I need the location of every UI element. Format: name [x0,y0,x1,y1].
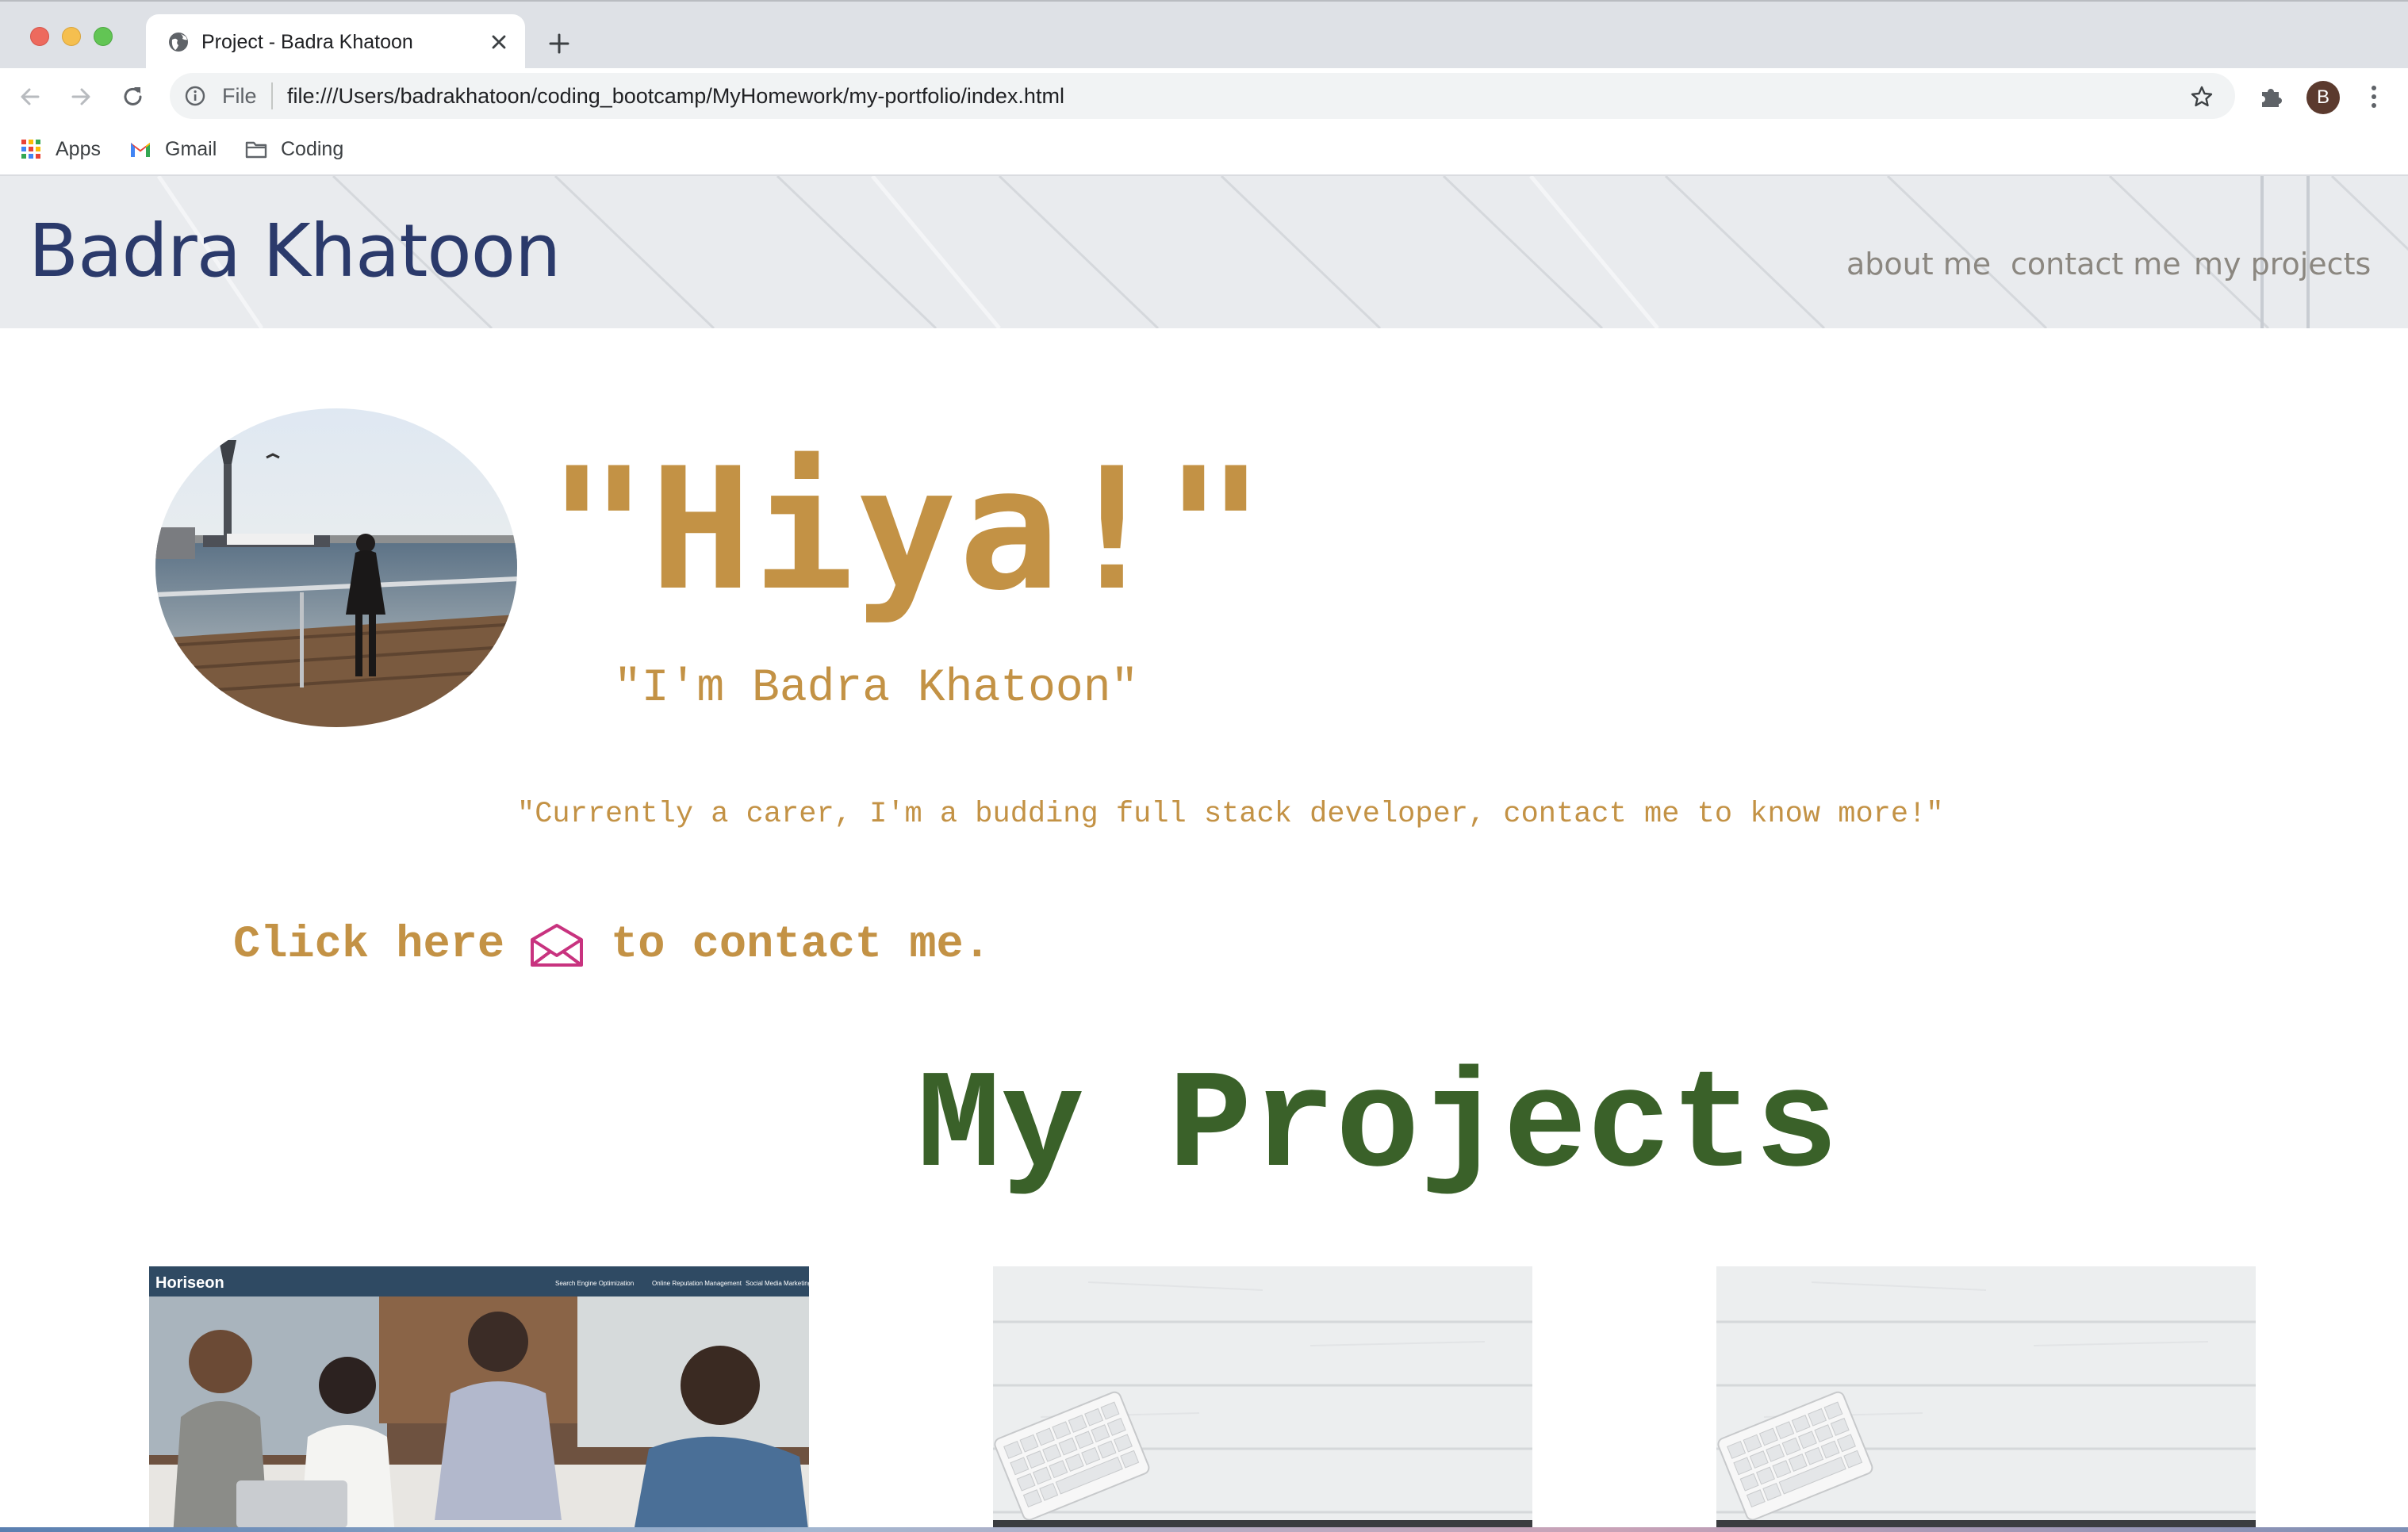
tab-active[interactable]: Project - Badra Khatoon [146,14,525,70]
back-arrow-icon[interactable] [16,82,44,111]
folder-icon [245,141,267,159]
tab-title: Project - Badra Khatoon [201,31,413,53]
projects-heading: My Projects [917,1048,1839,1207]
address-divider [271,82,273,109]
site-header: Badra Khatoon about me contact me my pro… [0,176,2408,328]
hero-name-line: "I'm Badra Khatoon" [614,663,1139,714]
web-page: Badra Khatoon about me contact me my pro… [0,176,2408,1532]
bookmark-label: Coding [281,137,344,160]
bookmark-label: Gmail [165,137,217,160]
project-card-3[interactable] [1716,1266,2256,1532]
bookmark-gmail[interactable]: Gmail [128,133,217,165]
nav-about-me-link[interactable]: about me [1846,244,1991,284]
nav-contact-me-link[interactable]: contact me [2011,244,2181,284]
globe-icon [169,33,188,52]
project-card-horiseon[interactable]: Horiseon Search Engine Optimization Onli… [149,1266,809,1532]
hero-greeting: "Hiya!" [547,431,1267,627]
project-card-2[interactable] [993,1266,1532,1532]
gmail-icon [131,143,150,157]
bookmark-apps[interactable]: Apps [19,133,101,165]
nav-my-projects-link[interactable]: my projects [2194,244,2371,284]
browser-toolbar: File file:///Users/badrakhatoon/coding_b… [0,68,2408,125]
reload-icon[interactable] [119,82,148,111]
new-tab-plus-icon[interactable] [546,30,573,57]
apps-grid-icon [21,140,40,159]
envelope-icon[interactable] [528,922,585,968]
contact-link-text-after: to contact me. [611,920,991,971]
bookmark-label: Apps [56,137,101,160]
contact-link[interactable]: Click here to contact me. [233,913,991,977]
site-name[interactable]: Badra Khatoon [29,208,561,295]
project-card-brand: Horiseon [155,1274,224,1292]
kebab-menu-icon[interactable] [2362,82,2386,111]
project-card-nav-item: Online Reputation Management [652,1280,742,1287]
bookmark-star-icon[interactable] [2189,84,2214,109]
project-card-nav-item: Social Media Marketing [746,1280,809,1287]
window-close-button[interactable] [30,27,49,46]
tab-strip: Project - Badra Khatoon [0,0,2408,70]
bookmarks-bar: Apps Gmail Coding [0,125,2408,176]
project-card-nav-item: Search Engine Optimization [555,1280,634,1287]
url-text[interactable]: file:///Users/badrakhatoon/coding_bootca… [287,82,1064,109]
desktop-edge [0,1527,2408,1532]
bookmark-folder-coding[interactable]: Coding [244,133,343,165]
profile-avatar[interactable]: B [2306,81,2340,114]
info-icon[interactable] [184,85,206,107]
forward-arrow-icon[interactable] [67,82,95,111]
address-bar[interactable]: File file:///Users/badrakhatoon/coding_b… [170,73,2235,119]
window-minimize-button[interactable] [62,27,81,46]
contact-link-text-before: Click here [233,920,505,971]
browser-chrome: Project - Badra Khatoon File file:///Use… [0,0,2408,176]
window-maximize-button[interactable] [94,27,113,46]
scheme-label: File [222,84,257,108]
hero-bio: "Currently a carer, I'm a budding full s… [517,798,1944,831]
profile-photo [155,408,517,727]
close-icon[interactable] [487,30,511,54]
extensions-puzzle-icon[interactable] [2257,82,2286,111]
